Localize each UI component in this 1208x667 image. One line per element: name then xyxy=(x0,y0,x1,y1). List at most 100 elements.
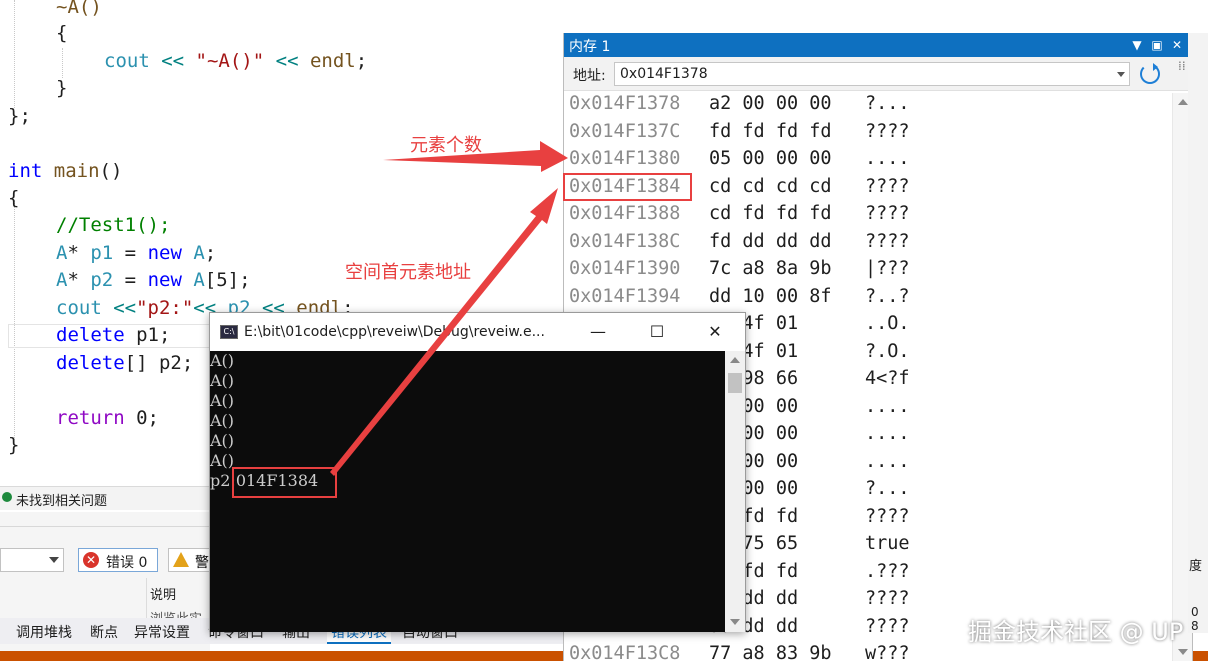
code-line[interactable]: } xyxy=(8,432,19,459)
code-token: ; xyxy=(355,50,368,72)
code-token: endl xyxy=(309,50,356,72)
code-token: new xyxy=(147,269,182,291)
console-titlebar[interactable]: C:\ E:\bit\01code\cpp\reveiw\Debug\revei… xyxy=(210,313,745,351)
bottom-tab[interactable]: 调用堆栈 xyxy=(16,622,72,642)
code-token: << xyxy=(161,50,185,72)
code-line[interactable]: delete p1; xyxy=(56,322,170,349)
code-token: A xyxy=(56,269,68,291)
memory-row[interactable]: 0x014F1378 a2 00 00 00?... xyxy=(569,90,910,117)
memory-bytes: cd fd fd fd xyxy=(709,203,832,224)
memory-row[interactable]: 0x014F1394 dd 10 00 8f?..? xyxy=(569,283,910,310)
memory-row[interactable]: 0x014F138C fd dd dd dd???? xyxy=(569,228,910,255)
code-token: [] p2; xyxy=(124,352,194,374)
memory-chars: ???? xyxy=(865,175,910,197)
chevron-down-icon xyxy=(49,557,59,563)
code-token: } xyxy=(8,434,20,456)
memory-chars: ???? xyxy=(865,505,910,527)
code-line[interactable]: }; xyxy=(8,103,31,130)
overflow-icon[interactable]: ⁞⁞ xyxy=(1178,59,1186,73)
refresh-icon[interactable] xyxy=(1140,63,1160,84)
memory-bytes: 7c a8 8a 9b xyxy=(709,258,832,279)
column-header-description[interactable]: 说明 xyxy=(150,584,176,603)
memory-window-title: 内存 1 xyxy=(569,39,611,55)
memory-row[interactable]: 0x014F137C fd fd fd fd???? xyxy=(569,118,910,145)
code-line[interactable]: ~A() xyxy=(56,0,102,21)
code-line[interactable]: A* p2 = new A[5]; xyxy=(56,267,251,294)
code-line[interactable]: return 0; xyxy=(56,405,159,432)
code-line[interactable]: delete[] p2; xyxy=(56,350,193,377)
console-line: A() xyxy=(210,351,235,370)
scroll-down-icon[interactable] xyxy=(1178,649,1188,655)
memory-chars: .... xyxy=(865,450,910,472)
code-line[interactable]: } xyxy=(56,75,67,102)
address-input[interactable]: 0x014F1378 xyxy=(614,62,1130,86)
minimize-icon[interactable]: — xyxy=(583,321,613,343)
memory-address: 0x014F13C8 xyxy=(569,643,681,664)
code-token: * xyxy=(67,242,91,264)
check-icon xyxy=(2,492,12,502)
chevron-down-icon[interactable] xyxy=(1117,72,1125,77)
memory-bytes: 77 a8 83 9b xyxy=(709,643,832,664)
code-token: }; xyxy=(8,105,31,127)
code-line[interactable]: cout << "~A()" << endl; xyxy=(104,48,367,75)
memory-bytes: cd cd cd cd xyxy=(709,175,832,197)
right-edge-text: 度 xyxy=(1189,559,1203,574)
code-line[interactable]: //Test1(); xyxy=(56,212,170,239)
memory-row[interactable]: 0x014F1390 7c a8 8a 9b |??? xyxy=(569,255,910,282)
warning-icon xyxy=(173,552,189,567)
errors-filter-button[interactable]: ✕ 错误 0 xyxy=(78,548,158,572)
maximize-icon[interactable]: ▣ xyxy=(1150,38,1164,52)
dropdown-icon[interactable]: ▼ xyxy=(1130,38,1144,52)
code-token: = xyxy=(113,269,148,291)
address-label: 地址: xyxy=(573,68,606,84)
code-token: "p2:" xyxy=(136,297,194,319)
console-scrollbar[interactable] xyxy=(725,351,745,632)
annotation-first-element-address: 空间首元素地址 xyxy=(345,262,471,283)
memory-row[interactable]: 0x014F1388 cd fd fd fd???? xyxy=(569,200,910,227)
bottom-tab[interactable]: 异常设置 xyxy=(134,622,190,642)
scroll-thumb[interactable] xyxy=(728,373,742,393)
annotation-highlight-box xyxy=(563,173,692,201)
scroll-up-icon[interactable] xyxy=(730,357,740,363)
code-token: A xyxy=(193,269,205,291)
bottom-tab[interactable]: 断点 xyxy=(90,622,118,642)
close-icon[interactable]: ✕ xyxy=(1170,38,1184,52)
memory-window-titlebar[interactable]: 内存 1 ▼ ▣ ✕ xyxy=(564,33,1192,57)
memory-chars: .... xyxy=(865,395,910,417)
code-token: A xyxy=(56,242,68,264)
memory-address: 0x014F1378 xyxy=(569,93,681,114)
indent-guide xyxy=(62,48,63,78)
code-line[interactable]: int main() xyxy=(8,158,122,185)
code-token: //Test1(); xyxy=(56,214,171,236)
annotation-highlight-box xyxy=(232,467,337,498)
code-line[interactable]: { xyxy=(56,20,67,47)
memory-chars: ?... xyxy=(865,478,910,499)
console-app-icon: C:\ xyxy=(220,325,238,339)
close-icon[interactable]: ✕ xyxy=(700,321,730,343)
memory-chars: ?... xyxy=(865,93,910,114)
memory-address: 0x014F1388 xyxy=(569,203,681,224)
code-token: = xyxy=(113,242,148,264)
memory-chars: .... xyxy=(865,423,910,444)
memory-address: 0x014F138C xyxy=(569,230,681,252)
console-line: A() xyxy=(210,431,235,450)
memory-row[interactable]: 0x014F13C8 77 a8 83 9b w??? xyxy=(569,640,910,667)
maximize-icon[interactable]: ☐ xyxy=(642,321,672,343)
memory-chars: .... xyxy=(865,148,910,169)
memory-row[interactable]: 0x014F1380 05 00 00 00.... xyxy=(569,145,910,172)
code-token: int xyxy=(8,160,43,182)
code-token: p1 xyxy=(90,242,114,264)
code-token: "~A()" xyxy=(195,50,265,72)
code-token: p1; xyxy=(124,324,171,346)
code-line[interactable]: A* p1 = new A; xyxy=(56,240,216,267)
scope-dropdown[interactable] xyxy=(0,548,64,572)
memory-chars: ???? xyxy=(865,615,910,637)
scroll-up-icon[interactable] xyxy=(1178,99,1188,105)
code-token: () xyxy=(99,160,123,182)
code-token: cout xyxy=(104,50,162,72)
scroll-down-icon[interactable] xyxy=(730,619,740,625)
code-line[interactable]: { xyxy=(8,185,19,212)
memory-chars: |??? xyxy=(865,258,910,279)
